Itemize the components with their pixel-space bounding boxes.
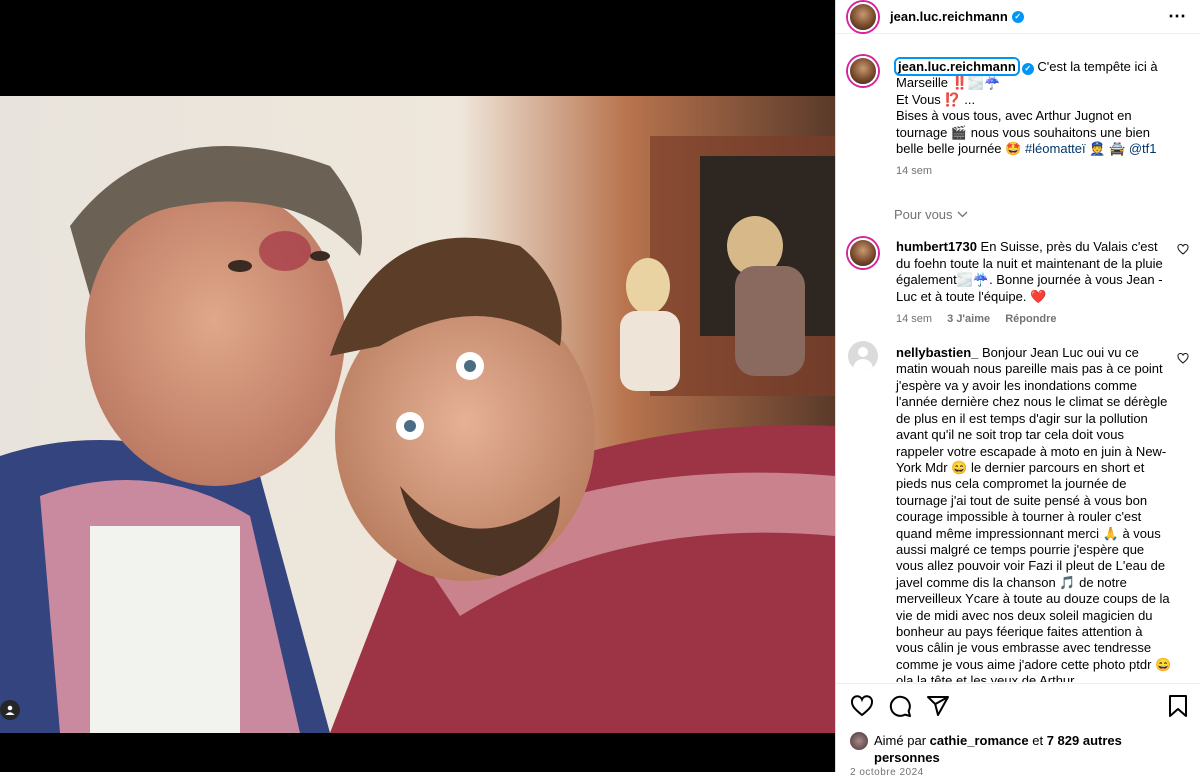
commenter-username[interactable]: humbert1730: [896, 239, 977, 254]
comment-sort-label: Pour vous: [894, 207, 953, 223]
post-header: jean.luc.reichmann ✓ ⋯: [836, 0, 1200, 34]
comment-icon[interactable]: [888, 694, 912, 718]
comment-time[interactable]: 14 sem: [896, 313, 932, 325]
hashtag-link[interactable]: #léomatteï: [1025, 141, 1086, 156]
caption-text: jean.luc.reichmann ✓ C'est la tempête ici…: [894, 57, 1173, 157]
commenter-username[interactable]: nellybastien_: [896, 345, 978, 360]
post-date: 2 octobre 2024: [850, 767, 924, 778]
default-avatar[interactable]: [848, 341, 878, 372]
liker-avatar[interactable]: [850, 732, 868, 750]
comment-meta: 14 sem 3 J'aime Répondre: [896, 313, 1173, 325]
post-side-panel: jean.luc.reichmann ✓ ⋯ jean.luc.reichman…: [835, 0, 1200, 778]
caption-author-username[interactable]: jean.luc.reichmann: [894, 57, 1020, 76]
likes-middle: et: [1028, 733, 1047, 748]
likes-prefix: Aimé par: [874, 733, 930, 748]
verified-icon: ✓: [1021, 63, 1034, 76]
caption-line-2: Et Vous ⁉️ ...: [896, 91, 976, 107]
heart-icon[interactable]: [1177, 244, 1189, 256]
likes-summary: Aimé par cathie_romance et 7 829 autres …: [850, 732, 1144, 766]
post-photo[interactable]: [0, 96, 835, 733]
mention-link[interactable]: @tf1: [1129, 141, 1157, 156]
caption-time[interactable]: 14 sem: [896, 165, 932, 177]
tag-user-button[interactable]: [0, 700, 20, 720]
share-icon[interactable]: [926, 694, 950, 718]
comment-item: humbert1730 En Suisse, près du Valais c'…: [836, 222, 1200, 325]
caption-meta: 14 sem: [896, 165, 1173, 177]
liker-username[interactable]: cathie_romance: [930, 733, 1029, 748]
verified-icon: ✓: [1011, 10, 1024, 23]
action-icons: [850, 694, 950, 718]
more-options-icon[interactable]: ⋯: [1168, 6, 1187, 27]
caption: jean.luc.reichmann ✓ C'est la tempête ici…: [836, 44, 1200, 177]
comment-sort-dropdown[interactable]: Pour vous: [836, 207, 1200, 222]
comment-likes[interactable]: 3 J'aime: [947, 313, 990, 325]
comment-reply-button[interactable]: Répondre: [1005, 313, 1056, 325]
author-avatar[interactable]: [848, 1, 878, 32]
post-media: [0, 0, 835, 772]
comments-list[interactable]: jean.luc.reichmann ✓ C'est la tempête ici…: [836, 44, 1200, 682]
caption-author-avatar[interactable]: [848, 56, 878, 86]
comment-item: nellybastien_ Bonjour Jean Luc oui vu ce…: [836, 325, 1200, 682]
likes-text: Aimé par cathie_romance et 7 829 autres …: [874, 732, 1144, 766]
heart-icon[interactable]: [1177, 353, 1189, 364]
tag-user-icon: [5, 705, 15, 715]
heart-icon[interactable]: [850, 694, 874, 718]
commenter-avatar[interactable]: [848, 238, 878, 269]
comment-body: Bonjour Jean Luc oui vu ce matin wouah n…: [896, 345, 1172, 682]
selfie-photo: [0, 96, 835, 733]
post-actions: Aimé par cathie_romance et 7 829 autres …: [836, 683, 1200, 778]
comment-text: nellybastien_ Bonjour Jean Luc oui vu ce…: [896, 345, 1173, 682]
caption-emojis: 👮 🚔: [1085, 141, 1129, 157]
chevron-down-icon: [957, 211, 968, 218]
bookmark-icon[interactable]: [1167, 694, 1189, 718]
author-username[interactable]: jean.luc.reichmann: [890, 9, 1008, 24]
comment-text: humbert1730 En Suisse, près du Valais c'…: [896, 239, 1173, 305]
